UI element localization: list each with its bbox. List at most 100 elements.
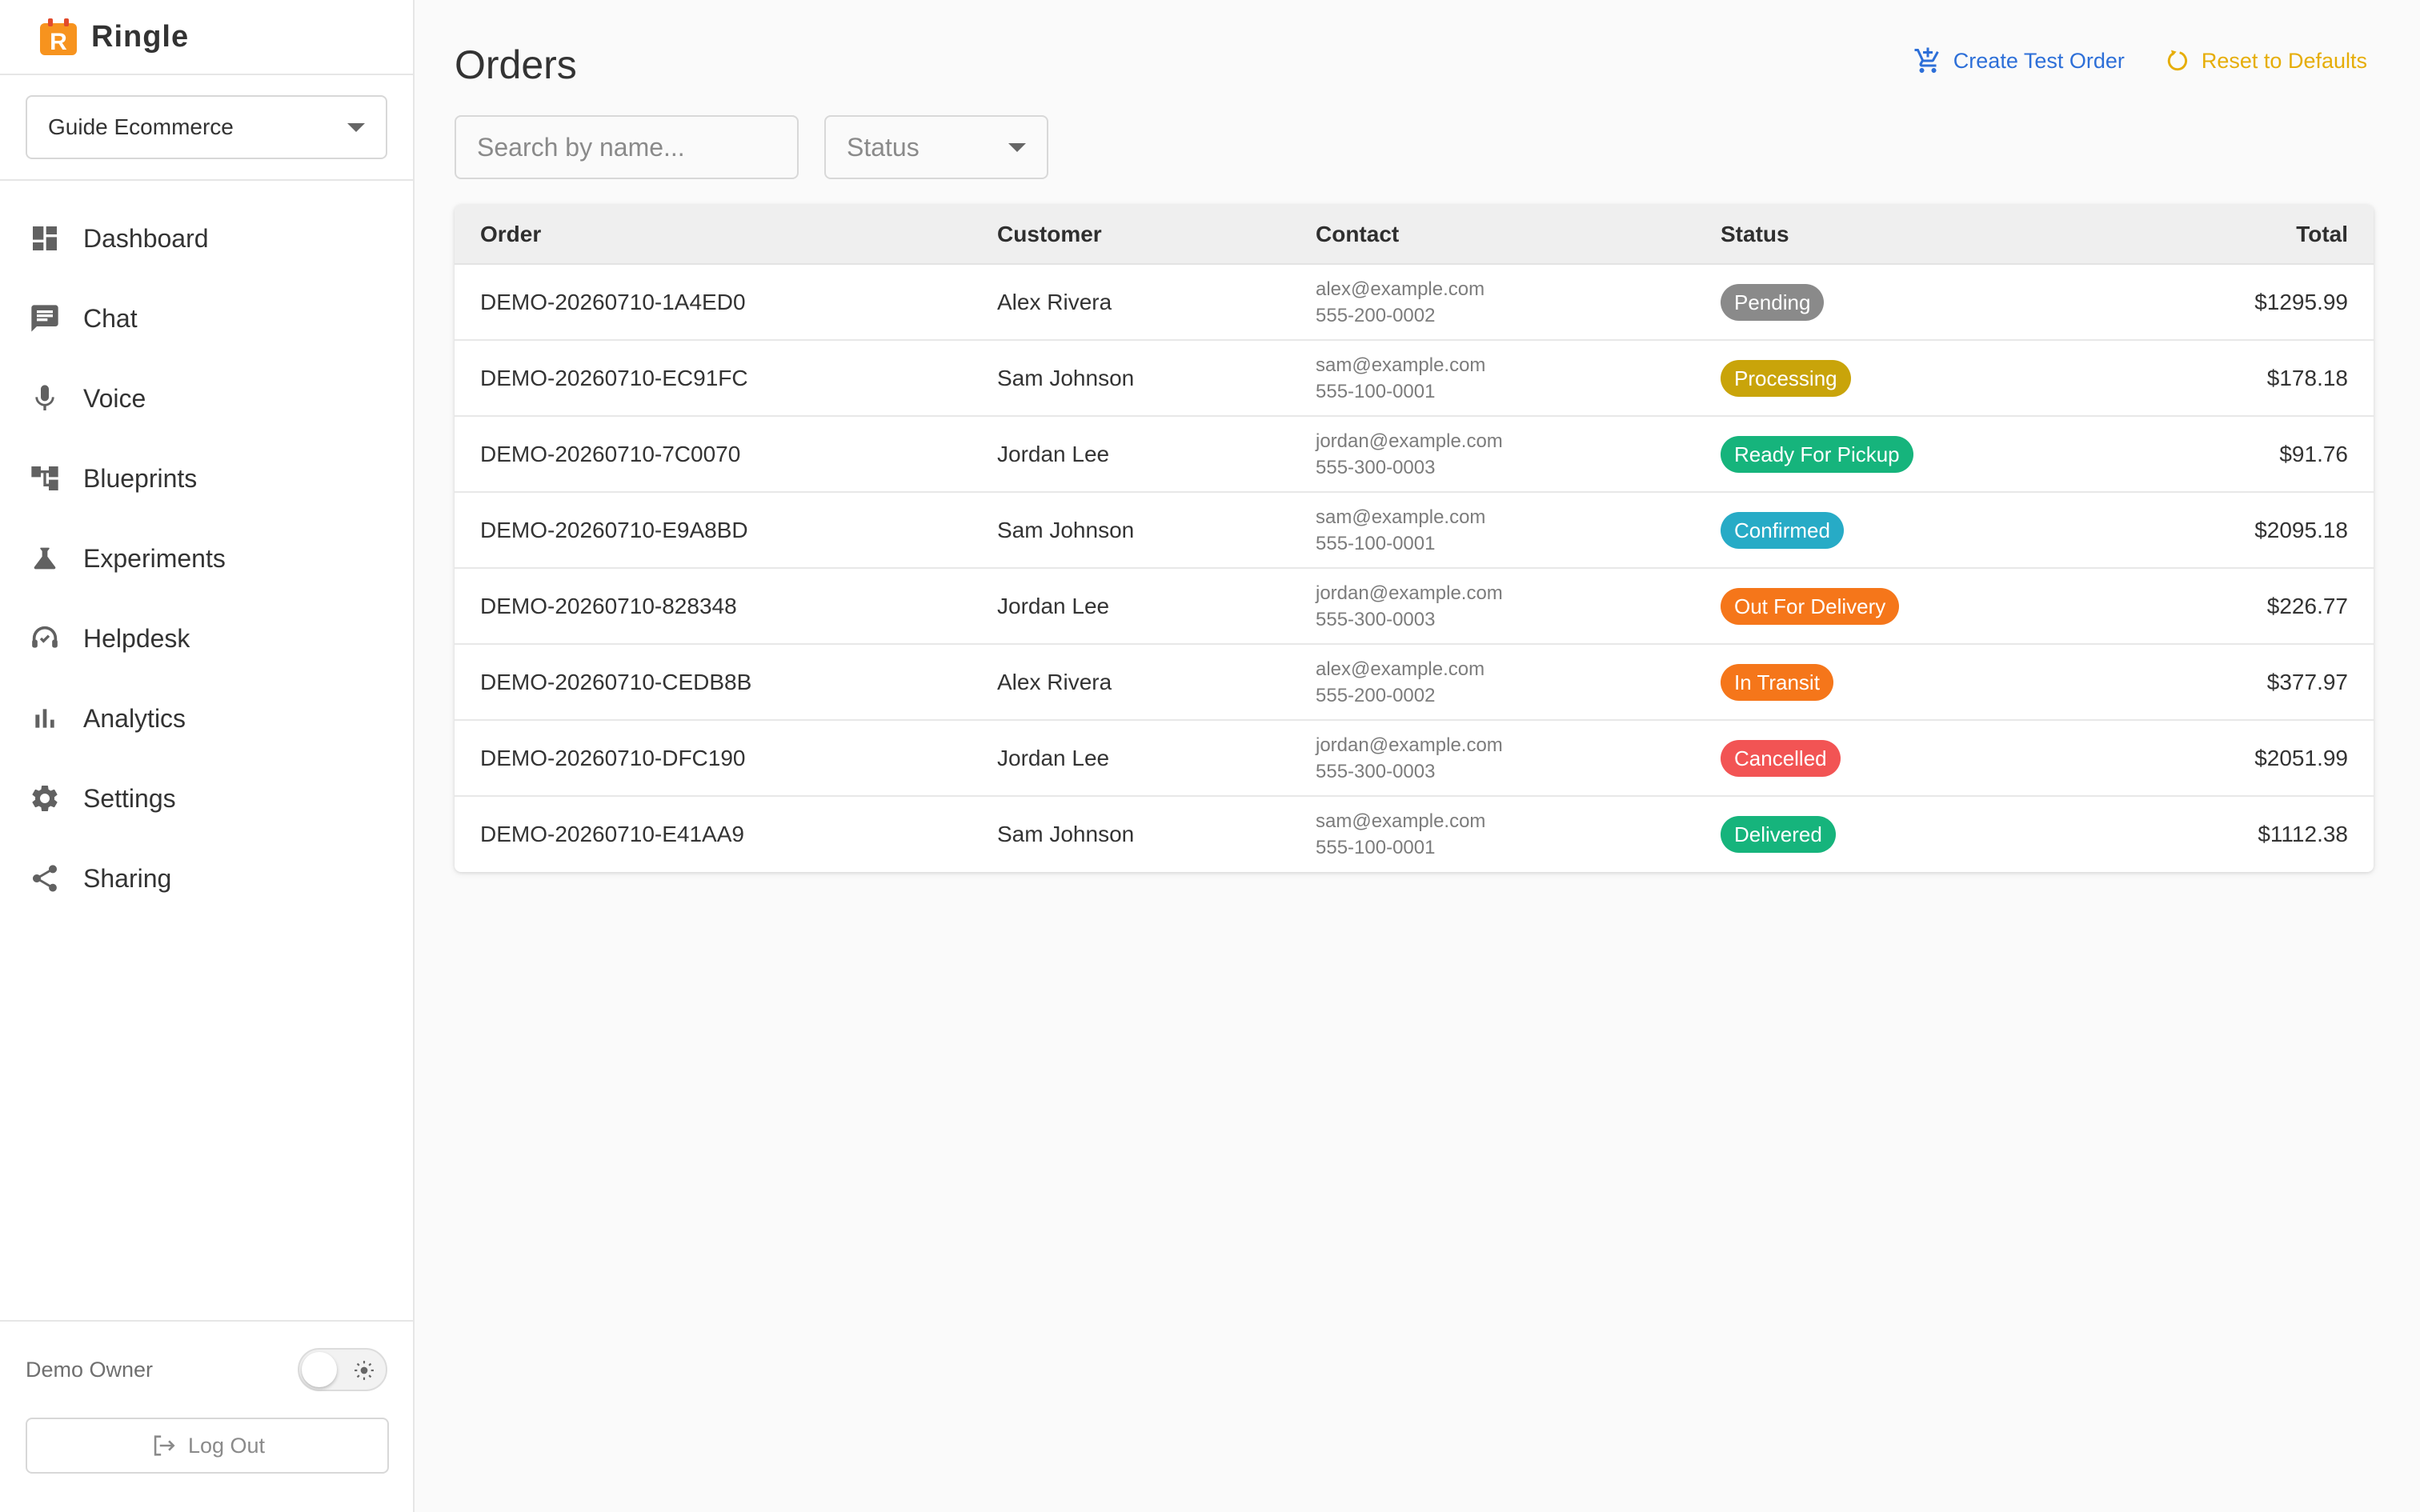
table-row[interactable]: DEMO-20260710-E9A8BD Sam Johnson sam@exa…: [455, 492, 2374, 568]
chevron-down-icon: [347, 122, 365, 132]
status-filter-label: Status: [847, 132, 920, 162]
sidebar-item-sharing[interactable]: Sharing: [0, 838, 413, 918]
order-total: $377.97: [2266, 669, 2348, 694]
customer-name: Sam Johnson: [997, 822, 1135, 846]
contact-cell: sam@example.com 555-100-0001: [1316, 340, 1721, 416]
logout-wrap: Log Out: [0, 1418, 413, 1474]
contact-email: alex@example.com: [1316, 658, 1485, 680]
status-badge: Processing: [1721, 359, 1851, 397]
logout-button[interactable]: Log Out: [26, 1418, 389, 1474]
main-content: Orders Create Test Order Reset to Defaul…: [415, 0, 2420, 1512]
sidebar-item-settings[interactable]: Settings: [0, 758, 413, 838]
page-title: Orders: [455, 42, 577, 87]
contact-cell: sam@example.com 555-100-0001: [1316, 492, 1721, 568]
status-cell: Confirmed: [1721, 492, 2121, 568]
order-id: DEMO-20260710-E41AA9: [480, 822, 744, 846]
status-filter-select[interactable]: Status: [824, 115, 1048, 179]
column-header-total[interactable]: Total: [2121, 205, 2374, 265]
logout-label: Log Out: [187, 1433, 266, 1458]
logout-icon: [154, 1435, 175, 1456]
order-id: DEMO-20260710-7C0070: [480, 441, 741, 466]
table-row[interactable]: DEMO-20260710-E41AA9 Sam Johnson sam@exa…: [455, 796, 2374, 872]
column-header-status[interactable]: Status: [1721, 205, 2121, 265]
table-row[interactable]: DEMO-20260710-7C0070 Jordan Lee jordan@e…: [455, 416, 2374, 492]
column-header-order[interactable]: Order: [455, 205, 997, 265]
customer-name: Sam Johnson: [997, 517, 1135, 542]
sidebar-item-label: Experiments: [83, 543, 226, 573]
status-cell: In Transit: [1721, 644, 2121, 720]
order-id: DEMO-20260710-828348: [480, 593, 737, 618]
app-root: R Ringle Guide Ecommerce Dashboard Chat: [0, 0, 2420, 1512]
create-test-order-button[interactable]: Create Test Order: [1913, 46, 2125, 75]
contact-cell: alex@example.com 555-200-0002: [1316, 264, 1721, 340]
status-badge: Ready For Pickup: [1721, 435, 1913, 473]
order-id: DEMO-20260710-CEDB8B: [480, 669, 752, 694]
microphone-icon: [27, 381, 62, 416]
sidebar-nav: Dashboard Chat Voice Blueprints Experime…: [0, 181, 413, 918]
dashboard-icon: [27, 221, 62, 256]
gear-icon: [27, 781, 62, 816]
reset-icon: [2167, 50, 2187, 71]
sidebar-item-blueprints[interactable]: Blueprints: [0, 438, 413, 518]
flask-icon: [27, 541, 62, 576]
contact-email: sam@example.com: [1316, 506, 1486, 528]
chat-icon: [27, 301, 62, 336]
sidebar-item-analytics[interactable]: Analytics: [0, 678, 413, 758]
cart-add-icon: [1914, 47, 1939, 73]
search-input[interactable]: [455, 115, 799, 179]
workspace-select[interactable]: Guide Ecommerce: [26, 95, 387, 159]
status-badge: Confirmed: [1721, 511, 1844, 549]
column-header-customer[interactable]: Customer: [997, 205, 1316, 265]
sidebar-item-label: Helpdesk: [83, 623, 190, 653]
share-icon: [27, 861, 62, 896]
theme-toggle[interactable]: [298, 1348, 387, 1391]
contact-phone: 555-300-0003: [1316, 760, 1436, 782]
status-cell: Cancelled: [1721, 720, 2121, 796]
contact-email: jordan@example.com: [1316, 734, 1503, 756]
order-total: $91.76: [2279, 441, 2348, 466]
status-badge: Cancelled: [1721, 739, 1841, 777]
customer-name: Alex Rivera: [997, 289, 1112, 314]
page-actions: Create Test Order Reset to Defaults: [1873, 46, 2367, 75]
workspace-wrap: Guide Ecommerce: [0, 75, 413, 181]
table-row[interactable]: DEMO-20260710-DFC190 Jordan Lee jordan@e…: [455, 720, 2374, 796]
column-header-contact[interactable]: Contact: [1316, 205, 1721, 265]
table-row[interactable]: DEMO-20260710-CEDB8B Alex Rivera alex@ex…: [455, 644, 2374, 720]
filters-bar: Status: [455, 115, 1048, 179]
sun-icon: [355, 1361, 374, 1380]
contact-email: jordan@example.com: [1316, 430, 1503, 452]
order-total: $1112.38: [2258, 822, 2348, 846]
table-row[interactable]: DEMO-20260710-828348 Jordan Lee jordan@e…: [455, 568, 2374, 644]
owner-row: Demo Owner: [0, 1322, 413, 1418]
sidebar-footer: Demo Owner Log Out: [0, 1320, 413, 1512]
sidebar-item-helpdesk[interactable]: Helpdesk: [0, 598, 413, 678]
contact-cell: jordan@example.com 555-300-0003: [1316, 720, 1721, 796]
reset-defaults-button[interactable]: Reset to Defaults: [2165, 48, 2367, 74]
sidebar: R Ringle Guide Ecommerce Dashboard Chat: [0, 0, 415, 1512]
owner-name: Demo Owner: [26, 1357, 154, 1382]
sidebar-item-label: Blueprints: [83, 463, 198, 493]
table-row[interactable]: DEMO-20260710-EC91FC Sam Johnson sam@exa…: [455, 340, 2374, 416]
contact-phone: 555-300-0003: [1316, 608, 1436, 630]
contact-email: sam@example.com: [1316, 810, 1486, 832]
table-row[interactable]: DEMO-20260710-1A4ED0 Alex Rivera alex@ex…: [455, 264, 2374, 340]
sidebar-item-label: Chat: [83, 303, 138, 333]
contact-phone: 555-100-0001: [1316, 380, 1436, 402]
sidebar-item-voice[interactable]: Voice: [0, 358, 413, 438]
status-cell: Delivered: [1721, 796, 2121, 872]
status-badge: Out For Delivery: [1721, 587, 1900, 625]
contact-email: alex@example.com: [1316, 278, 1485, 300]
contact-cell: sam@example.com 555-100-0001: [1316, 796, 1721, 872]
order-total: $2095.18: [2254, 517, 2348, 542]
contact-phone: 555-300-0003: [1316, 456, 1436, 478]
customer-name: Sam Johnson: [997, 365, 1135, 390]
order-id: DEMO-20260710-1A4ED0: [480, 289, 746, 314]
table-header-row: Order Customer Contact Status Total: [455, 205, 2374, 265]
order-id: DEMO-20260710-E9A8BD: [480, 517, 748, 542]
order-total: $2051.99: [2254, 745, 2348, 770]
sidebar-item-label: Sharing: [83, 863, 172, 893]
sidebar-item-dashboard[interactable]: Dashboard: [0, 198, 413, 278]
sidebar-item-chat[interactable]: Chat: [0, 278, 413, 358]
contact-phone: 555-200-0002: [1316, 684, 1436, 706]
sidebar-item-experiments[interactable]: Experiments: [0, 518, 413, 598]
